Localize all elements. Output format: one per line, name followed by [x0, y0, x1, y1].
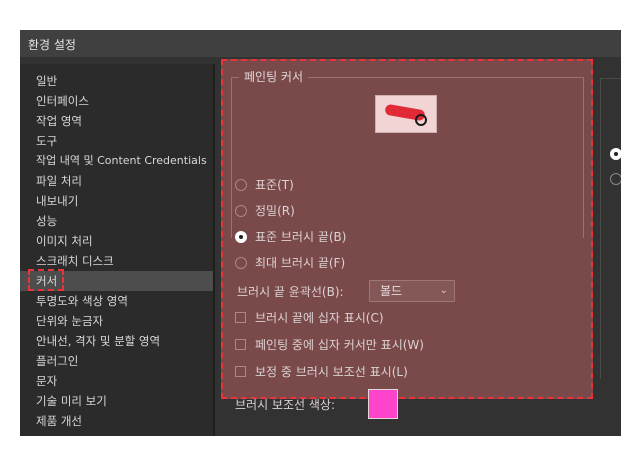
sidebar-item-tech-preview[interactable]: 기술 미리 보기 [20, 391, 213, 411]
other-cursors-group [600, 78, 621, 379]
sidebar-item-label: 기술 미리 보기 [36, 394, 107, 408]
sidebar-item-label: 작업 영역 [36, 114, 82, 128]
sidebar-item-label: 이미지 처리 [36, 234, 93, 248]
preferences-window: 환경 설정 일반 인터페이스 작업 영역 도구 작업 내역 및 Content … [20, 30, 621, 436]
selection-highlight [28, 269, 64, 291]
sidebar-item-performance[interactable]: 성능 [20, 211, 213, 231]
sidebar-item-label: 도구 [36, 134, 58, 148]
sidebar-item-label: 내보내기 [36, 194, 79, 208]
sidebar-item-tools[interactable]: 도구 [20, 131, 213, 151]
radio-button[interactable] [235, 257, 247, 269]
sidebar-item-label: 작업 내역 및 Content Credentials [36, 154, 207, 167]
sidebar-item-label: 플러그인 [36, 354, 79, 368]
outline-label: 브러시 끝 윤곽선(B): [237, 285, 344, 299]
sidebar-divider [213, 64, 215, 436]
sidebar-item-type[interactable]: 문자 [20, 371, 213, 391]
sidebar-item-label: 인터페이스 [36, 94, 89, 108]
sidebar-item-product-improvement[interactable]: 제품 개선 [20, 411, 213, 431]
other-cursor-radio-checked[interactable] [610, 148, 621, 160]
window-title: 환경 설정 [28, 38, 76, 52]
outline-select[interactable]: 볼드 ⌄ [369, 280, 455, 302]
sidebar-item-general[interactable]: 일반 [20, 71, 213, 91]
radio-button[interactable] [235, 179, 247, 191]
title-bar: 환경 설정 [20, 30, 621, 57]
sidebar-item-label: 안내선, 격자 및 분할 영역 [36, 334, 161, 348]
checkbox-label: 브러시 끝에 십자 표시(C) [255, 311, 384, 325]
group-title: 페인팅 커서 [239, 68, 309, 85]
checkbox[interactable] [235, 366, 246, 377]
sidebar-item-guides[interactable]: 안내선, 격자 및 분할 영역 [20, 331, 213, 351]
sidebar-item-label: 파일 처리 [36, 174, 82, 188]
sidebar-item-label: 투명도와 색상 영역 [36, 294, 128, 308]
sidebar-item-units[interactable]: 단위와 눈금자 [20, 311, 213, 331]
guide-color-swatch[interactable] [368, 389, 398, 419]
sidebar-item-history[interactable]: 작업 내역 및 Content Credentials [20, 151, 213, 171]
sidebar-item-file-handling[interactable]: 파일 처리 [20, 171, 213, 191]
radio-label: 표준 브러시 끝(B) [255, 230, 347, 244]
radio-label: 최대 브러시 끝(F) [255, 256, 346, 270]
radio-label: 정밀(R) [255, 204, 295, 218]
sidebar-item-workspace[interactable]: 작업 영역 [20, 111, 213, 131]
sidebar-item-label: 단위와 눈금자 [36, 314, 104, 328]
checkbox[interactable] [235, 312, 246, 323]
sidebar-item-export[interactable]: 내보내기 [20, 191, 213, 211]
sidebar-item-scratch-disks[interactable]: 스크래치 디스크 [20, 251, 213, 271]
sidebar-item-label: 스크래치 디스크 [36, 254, 114, 268]
guide-color-label: 브러시 보조선 색상: [235, 398, 335, 412]
radio-label: 표준(T) [255, 178, 294, 192]
checkbox-label: 페인팅 중에 십자 커서만 표시(W) [255, 338, 424, 352]
sidebar-item-label: 문자 [36, 374, 58, 388]
other-cursor-radio[interactable] [610, 173, 621, 185]
sidebar-item-image-processing[interactable]: 이미지 처리 [20, 231, 213, 251]
sidebar-item-label: 성능 [36, 214, 58, 228]
sidebar-item-cursors[interactable]: 커서 [20, 269, 213, 291]
radio-button[interactable] [235, 205, 247, 217]
painting-cursor-panel: 페인팅 커서 표준(T) 정밀(R) 표준 브러시 끝(B) 최대 브러시 끝(… [221, 59, 593, 419]
sidebar: 일반 인터페이스 작업 영역 도구 작업 내역 및 Content Creden… [20, 64, 213, 436]
outline-select-value: 볼드 [380, 284, 403, 298]
sidebar-item-plugins[interactable]: 플러그인 [20, 351, 213, 371]
sidebar-item-label: 일반 [36, 74, 58, 88]
radio-button-checked[interactable] [235, 231, 247, 243]
checkbox[interactable] [235, 339, 246, 350]
checkbox-label: 보정 중 브러시 보조선 표시(L) [255, 365, 408, 379]
brush-tip-ring [415, 114, 427, 126]
sidebar-item-transparency[interactable]: 투명도와 색상 영역 [20, 291, 213, 311]
sidebar-item-interface[interactable]: 인터페이스 [20, 91, 213, 111]
sidebar-item-label: 제품 개선 [36, 414, 82, 428]
chevron-down-icon: ⌄ [439, 285, 448, 296]
brush-cursor-preview-icon [375, 95, 437, 133]
